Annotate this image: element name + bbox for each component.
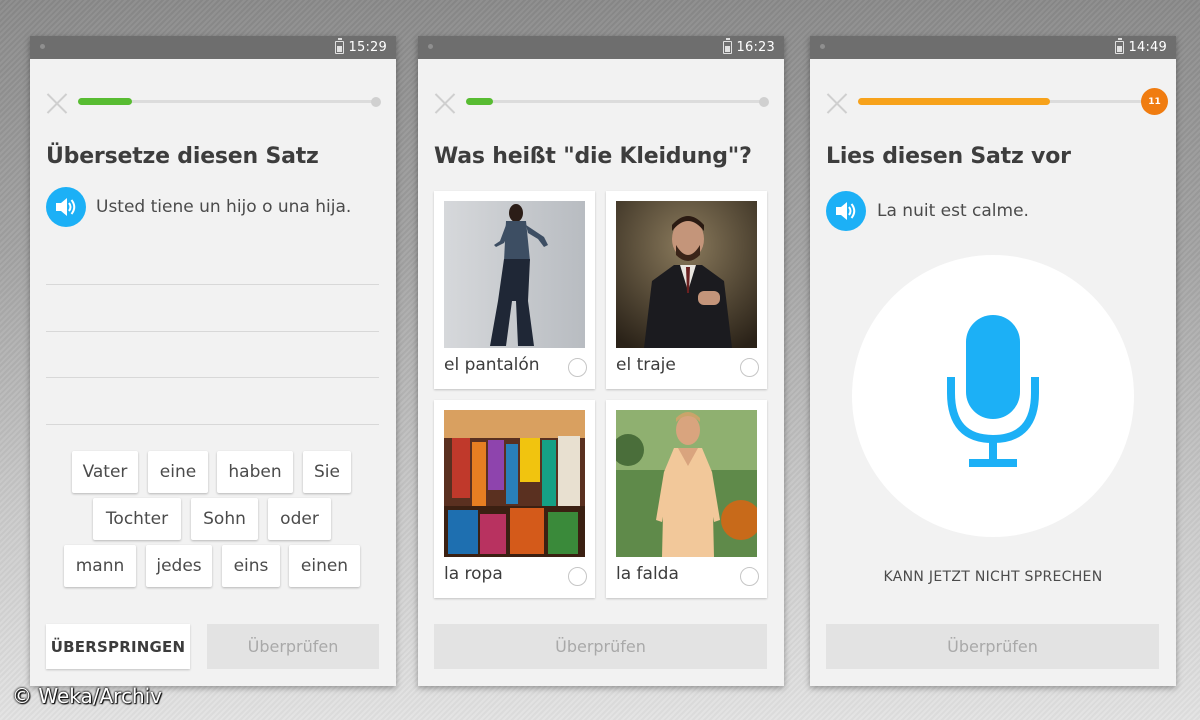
prompt-sentence: Usted tiene un hijo o una hija. <box>96 197 352 217</box>
progress-end-dot <box>371 97 381 107</box>
clothing-store-photo <box>444 410 585 557</box>
answer-line <box>46 377 379 378</box>
progress-end-dot <box>759 97 769 107</box>
status-time: 14:49 <box>1128 40 1167 55</box>
pants-photo <box>444 201 585 348</box>
word-chip[interactable]: eins <box>222 545 280 587</box>
option-radio[interactable] <box>740 567 759 586</box>
check-button[interactable]: Überprüfen <box>207 624 379 669</box>
option-card[interactable]: la falda <box>606 400 767 598</box>
speaker-icon[interactable] <box>46 187 86 227</box>
progress-fill <box>466 98 493 105</box>
option-label: la falda <box>616 564 679 584</box>
word-chip[interactable]: oder <box>268 498 331 540</box>
word-chip[interactable]: einen <box>289 545 360 587</box>
answer-line <box>46 331 379 332</box>
option-radio[interactable] <box>740 358 759 377</box>
word-chip[interactable]: Tochter <box>93 498 181 540</box>
word-chip[interactable]: Sie <box>303 451 351 493</box>
streak-badge: 11 <box>1141 88 1168 115</box>
notification-dot-icon <box>820 44 825 49</box>
option-card[interactable]: la ropa <box>434 400 595 598</box>
status-bar: 15:29 <box>30 36 396 59</box>
skirt-photo <box>616 410 757 557</box>
check-button[interactable]: Überprüfen <box>826 624 1159 669</box>
microphone-button[interactable] <box>852 255 1134 537</box>
close-icon[interactable] <box>434 92 456 114</box>
cant-speak-link[interactable]: KANN JETZT NICHT SPRECHEN <box>810 569 1176 585</box>
notification-dot-icon <box>40 44 45 49</box>
skip-button[interactable]: ÜBERSPRINGEN <box>46 624 190 669</box>
progress-fill <box>78 98 132 105</box>
page-title: Übersetze diesen Satz <box>46 144 319 169</box>
battery-icon <box>723 38 732 54</box>
word-chip[interactable]: haben <box>217 451 293 493</box>
word-chip[interactable]: Vater <box>72 451 138 493</box>
word-chip[interactable]: Sohn <box>191 498 258 540</box>
page-title: Lies diesen Satz vor <box>826 144 1071 169</box>
close-icon[interactable] <box>826 92 848 114</box>
word-chip[interactable]: jedes <box>146 545 212 587</box>
status-bar: 14:49 <box>810 36 1176 59</box>
lesson-progress-bar <box>466 97 769 107</box>
lesson-progress-bar <box>858 98 1144 105</box>
page-title: Was heißt "die Kleidung"? <box>434 144 752 169</box>
option-label: el pantalón <box>444 355 540 375</box>
notification-dot-icon <box>428 44 433 49</box>
word-chip[interactable]: mann <box>64 545 136 587</box>
answer-line <box>46 424 379 425</box>
option-card[interactable]: el pantalón <box>434 191 595 389</box>
status-time: 16:23 <box>736 40 775 55</box>
option-label: la ropa <box>444 564 503 584</box>
answer-line <box>46 284 379 285</box>
close-icon[interactable] <box>46 92 68 114</box>
option-label: el traje <box>616 355 676 375</box>
battery-icon <box>335 38 344 54</box>
status-time: 15:29 <box>348 40 387 55</box>
suit-photo <box>616 201 757 348</box>
check-button[interactable]: Überprüfen <box>434 624 767 669</box>
option-card[interactable]: el traje <box>606 191 767 389</box>
lesson-progress-bar <box>78 97 381 107</box>
phone-screen-speak: 14:49 11 Lies diesen Satz vor La nuit es… <box>810 36 1176 686</box>
phone-screen-translate: 15:29 Übersetze diesen Satz Usted tiene … <box>30 36 396 686</box>
microphone-icon <box>947 315 1039 467</box>
word-chip[interactable]: eine <box>148 451 208 493</box>
battery-icon <box>1115 38 1124 54</box>
progress-fill <box>858 98 1050 105</box>
phone-screen-select-image: 16:23 Was heißt "die Kleidung"? el panta… <box>418 36 784 686</box>
option-radio[interactable] <box>568 358 587 377</box>
option-radio[interactable] <box>568 567 587 586</box>
prompt-sentence: La nuit est calme. <box>877 201 1029 221</box>
speaker-icon[interactable] <box>826 191 866 231</box>
status-bar: 16:23 <box>418 36 784 59</box>
copyright-watermark: © Weka/Archiv <box>12 684 163 708</box>
